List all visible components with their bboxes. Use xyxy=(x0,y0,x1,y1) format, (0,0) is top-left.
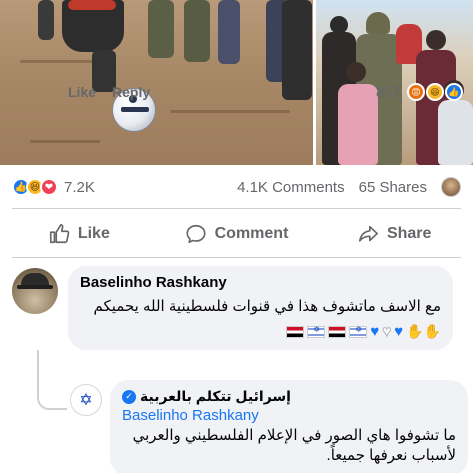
comment-like-link[interactable]: Like xyxy=(68,84,96,100)
comments-count[interactable]: 4.1K Comments xyxy=(237,179,345,196)
comment-emoji-row: ♥ ♥ ♥ ✋✋ xyxy=(80,323,441,340)
reply-text: ما تشوفوا هاي الصور في الإعلام الفلسطيني… xyxy=(132,427,456,464)
soldier-leg xyxy=(148,0,174,58)
like-button[interactable]: Like xyxy=(0,223,158,245)
flag-israel-icon xyxy=(349,325,368,338)
comment-actions: Like Reply 857 😡 😆 👍 xyxy=(68,83,463,101)
viewer-avatar[interactable] xyxy=(441,177,461,197)
share-button[interactable]: Share xyxy=(315,223,473,245)
comment-author[interactable]: Baselinho Rashkany xyxy=(80,274,441,291)
comment-reply-link[interactable]: Reply xyxy=(112,84,150,100)
shares-count[interactable]: 65 Shares xyxy=(359,179,427,196)
reply-author[interactable]: إسرائيل تتكلم بالعربية xyxy=(140,388,291,405)
reply-bubble: إسرائيل تتكلم بالعربية ✓ Baselinho Rashk… xyxy=(110,380,468,473)
like-label: Like xyxy=(77,225,110,242)
ground-shadow xyxy=(170,110,290,113)
flag-israel-icon xyxy=(307,325,326,338)
post-stats-bar: 👍 😆 ❤ 7.2K 4.1K Comments 65 Shares xyxy=(0,172,473,202)
ground-shadow xyxy=(30,140,100,143)
soldier-leg xyxy=(184,0,210,62)
verified-badge-icon: ✓ xyxy=(122,389,136,404)
avatar-hat-brim xyxy=(17,285,53,289)
commenter-avatar[interactable] xyxy=(12,268,58,314)
reply-thread-line xyxy=(37,350,67,410)
girl-head xyxy=(346,62,366,82)
comment-reactions[interactable]: 857 😡 😆 👍 xyxy=(375,83,463,101)
reaction-summary[interactable]: 👍 😆 ❤ 7.2K xyxy=(12,178,95,196)
share-arrow-icon xyxy=(358,225,378,242)
comment-button[interactable]: Comment xyxy=(158,223,316,245)
share-label: Share xyxy=(386,225,432,242)
reaction-count[interactable]: 7.2K xyxy=(64,179,95,196)
flag-egypt-icon xyxy=(328,325,347,338)
comment-text: مع الاسف ماتشوف هذا في قنوات فلسطينية ال… xyxy=(93,298,441,315)
engagement-counts: 4.1K Comments 65 Shares xyxy=(237,177,461,197)
soldier-cap xyxy=(366,12,390,34)
divider xyxy=(12,257,461,258)
person-leg xyxy=(218,0,240,64)
child-shirt xyxy=(68,0,116,10)
angry-icon: 😡 xyxy=(407,83,425,101)
reply-author-row: إسرائيل تتكلم بالعربية ✓ xyxy=(122,388,456,405)
comment-label: Comment xyxy=(214,225,289,242)
like-icon: 👍 xyxy=(445,83,463,101)
child-head xyxy=(426,30,446,50)
post-action-bar: Like Comment Share xyxy=(0,212,473,256)
flag-egypt-icon xyxy=(286,325,305,338)
haha-icon: 😆 xyxy=(426,83,444,101)
blue-heart-icon: ♥ xyxy=(370,322,380,340)
reply-mention[interactable]: Baselinho Rashkany xyxy=(122,407,456,424)
blue-heart-icon: ♥ xyxy=(394,322,404,340)
love-icon: ❤ xyxy=(40,178,58,196)
speech-bubble-icon xyxy=(186,224,206,244)
comment-reaction-count: 857 xyxy=(375,83,401,101)
ball-stripe xyxy=(121,107,149,112)
praying-hands-icon: ✋✋ xyxy=(406,323,441,339)
person-leg xyxy=(38,0,54,40)
white-heart-icon: ♥ xyxy=(382,322,392,340)
israel-emblem-avatar[interactable]: ✡ xyxy=(70,384,102,416)
boy-figure xyxy=(438,100,473,165)
divider xyxy=(12,208,461,209)
comment-bubble: Baselinho Rashkany مع الاسف ماتشوف هذا ف… xyxy=(68,266,453,350)
thumbs-up-icon xyxy=(49,224,70,244)
